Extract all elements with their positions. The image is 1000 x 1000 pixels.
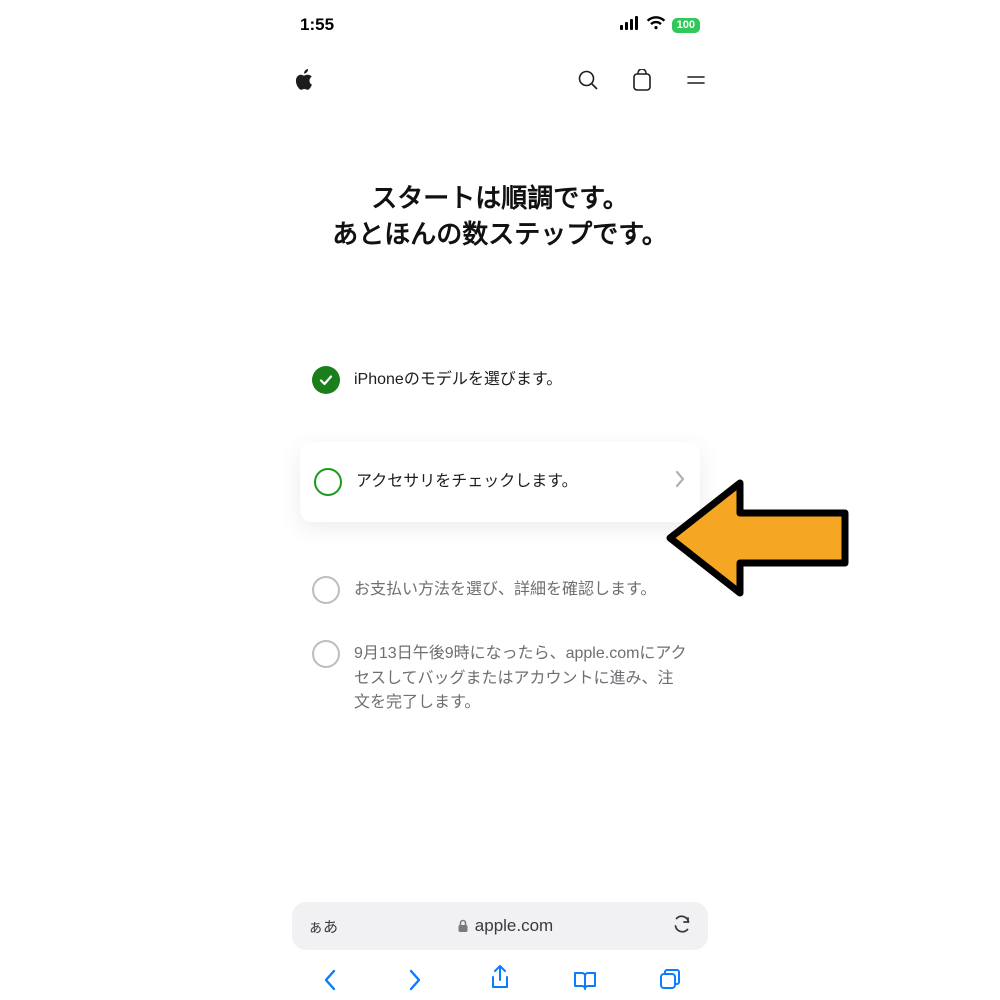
tabs-icon[interactable] <box>657 965 683 991</box>
wifi-icon <box>646 15 666 35</box>
step-item-model: iPhoneのモデルを選びます。 <box>300 348 700 412</box>
page-title: スタートは順調です。 あとほんの数ステップです。 <box>290 180 710 253</box>
back-icon[interactable] <box>317 965 343 991</box>
bookmarks-icon[interactable] <box>572 965 598 991</box>
apple-logo-icon[interactable] <box>292 68 316 92</box>
steps-list: iPhoneのモデルを選びます。 アクセサリをチェックします。 お支払い方法を選… <box>290 348 710 734</box>
step-label: お支払い方法を選び、詳細を確認します。 <box>354 576 656 603</box>
browser-chrome: ぁあ apple.com <box>270 902 730 1000</box>
circle-outline-icon <box>312 576 340 604</box>
forward-icon[interactable] <box>402 965 428 991</box>
search-icon[interactable] <box>576 68 600 92</box>
text-size-button[interactable]: ぁあ <box>308 916 338 937</box>
status-bar: 1:55 100 <box>270 0 730 50</box>
reload-icon[interactable] <box>672 914 692 939</box>
step-item-order: 9月13日午後9時になったら、apple.comにアクセスしてバッグまたはアカウ… <box>300 622 700 734</box>
url-domain: apple.com <box>457 916 553 936</box>
circle-outline-icon <box>312 640 340 668</box>
battery-indicator: 100 <box>672 18 700 33</box>
bag-icon[interactable] <box>630 68 654 92</box>
annotation-arrow-icon <box>660 473 860 608</box>
check-circle-icon <box>312 366 340 394</box>
browser-toolbar <box>270 956 730 1000</box>
menu-icon[interactable] <box>684 68 708 92</box>
lock-icon <box>457 919 469 933</box>
share-icon[interactable] <box>487 965 513 991</box>
circle-outline-icon <box>314 468 342 496</box>
step-item-payment: お支払い方法を選び、詳細を確認します。 <box>300 558 700 622</box>
url-bar[interactable]: ぁあ apple.com <box>292 902 708 950</box>
step-label: 9月13日午後9時になったら、apple.comにアクセスしてバッグまたはアカウ… <box>354 640 688 716</box>
app-header <box>270 50 730 110</box>
step-label: iPhoneのモデルを選びます。 <box>354 366 562 393</box>
step-label: アクセサリをチェックします。 <box>356 468 578 495</box>
cellular-signal-icon <box>620 15 640 35</box>
status-time: 1:55 <box>300 15 334 35</box>
step-item-accessory[interactable]: アクセサリをチェックします。 <box>300 442 700 522</box>
